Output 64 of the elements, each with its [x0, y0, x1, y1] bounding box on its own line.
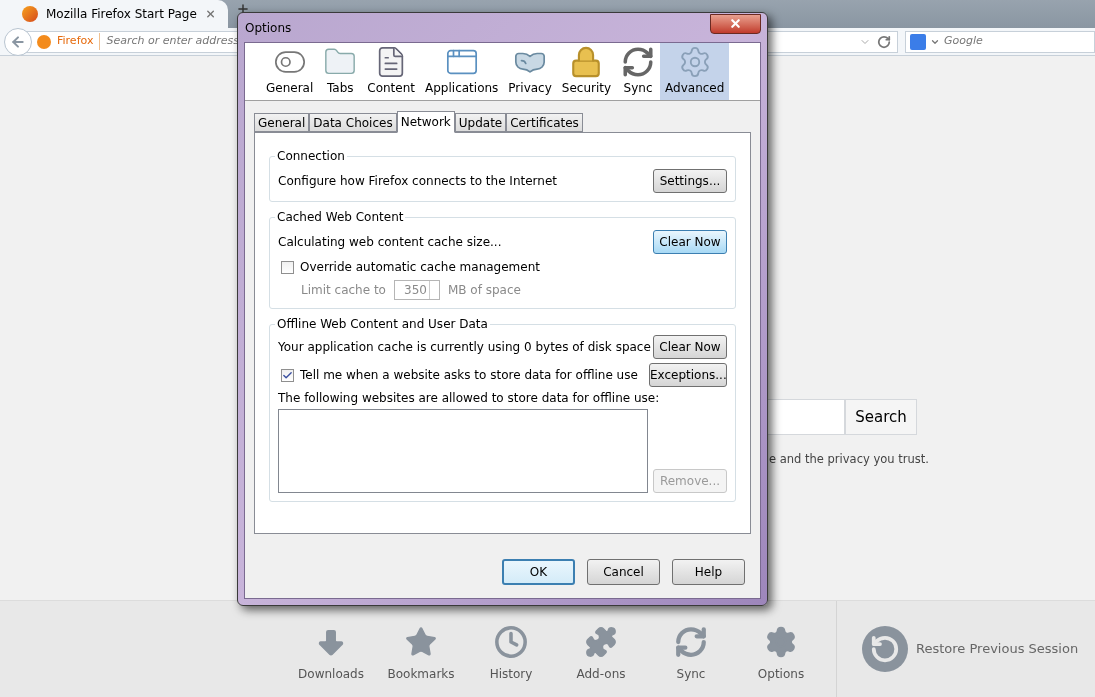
tab[interactable]: Update	[454, 113, 507, 132]
sync-icon	[674, 625, 708, 659]
star-icon	[404, 625, 438, 659]
pane-tab[interactable]: Content	[362, 43, 421, 100]
pane-tab[interactable]: Advanced	[660, 43, 730, 100]
close-icon	[729, 17, 742, 30]
restore-icon	[870, 634, 900, 664]
pane-tab[interactable]: General	[261, 43, 319, 100]
browser-tab[interactable]: Mozilla Firefox Start Page	[0, 0, 228, 28]
launcher-item[interactable]: History	[466, 625, 556, 683]
settings-button[interactable]: Settings...	[653, 169, 727, 193]
search-field[interactable]: Google	[905, 30, 1095, 53]
unit-label: MB of space	[447, 282, 521, 299]
site-identity: Firefox	[57, 33, 101, 50]
dialog-button[interactable]: Help	[672, 559, 745, 585]
launcher-item[interactable]: Downloads	[286, 625, 376, 683]
websites-list[interactable]	[278, 409, 648, 493]
pane-tab[interactable]: Applications	[420, 43, 504, 100]
clear-now-button[interactable]: Clear Now	[653, 230, 727, 254]
launcher-item[interactable]: Sync	[646, 625, 736, 683]
connection-description: Configure how Firefox connects to the Internet	[278, 173, 557, 190]
tagline: e and the privacy you trust.	[769, 451, 930, 468]
group-title: Offline Web Content and User Data	[276, 316, 489, 333]
reload-icon[interactable]	[877, 34, 891, 49]
checkbox[interactable]	[281, 260, 294, 274]
sync-icon	[621, 45, 656, 79]
tab[interactable]: Network	[396, 111, 455, 133]
clear-now-button[interactable]: Clear Now	[653, 335, 727, 359]
search-button[interactable]: Search	[845, 399, 917, 435]
group-title: Connection	[276, 148, 346, 165]
launcher-item[interactable]: Options	[736, 625, 826, 683]
limit-label: Limit cache to	[301, 282, 386, 299]
checkbox-label: Override automatic cache management	[300, 259, 540, 276]
back-button[interactable]	[4, 27, 32, 56]
tab-title: Mozilla Firefox Start Page	[46, 6, 197, 23]
exceptions-button[interactable]: Exceptions...	[649, 363, 727, 387]
tab[interactable]: Data Choices	[309, 113, 397, 132]
pane-tab[interactable]: Sync	[616, 43, 661, 100]
launcher-item[interactable]: Add-ons	[556, 625, 646, 683]
firefox-logo-icon	[37, 34, 51, 49]
pane-tab[interactable]: Tabs	[318, 43, 363, 100]
clock-icon	[494, 625, 528, 659]
dialog-button[interactable]: OK	[502, 559, 575, 585]
search-input[interactable]: Google	[944, 33, 1094, 50]
window-title: Options	[245, 19, 293, 37]
tab[interactable]: General	[254, 113, 310, 132]
search-engine-icon	[910, 33, 926, 50]
dialog-button[interactable]: Cancel	[587, 559, 660, 585]
launcher-item[interactable]: Bookmarks	[376, 625, 466, 683]
group-title: Cached Web Content	[276, 209, 405, 226]
puzzle-icon	[584, 625, 618, 659]
firefox-logo-icon	[22, 6, 38, 22]
cache-status: Calculating web content cache size...	[278, 234, 502, 251]
tab[interactable]: Certificates	[506, 113, 583, 132]
checkbox-label: Tell me when a website asks to store data for offline use	[300, 367, 638, 384]
cache-usage: Your application cache is currently using 0 bytes of disk space	[278, 339, 651, 356]
close-icon[interactable]	[204, 8, 216, 20]
pane-tab[interactable]: Security	[556, 43, 617, 100]
gear-icon	[764, 625, 798, 659]
list-label: The following websites are allowed to store data for offline use:	[278, 390, 661, 407]
close-button[interactable]	[710, 13, 761, 34]
restore-session-button[interactable]: Restore Previous Session	[862, 626, 1079, 672]
pane-tab[interactable]: Privacy	[503, 43, 557, 100]
checkbox[interactable]	[281, 368, 294, 382]
